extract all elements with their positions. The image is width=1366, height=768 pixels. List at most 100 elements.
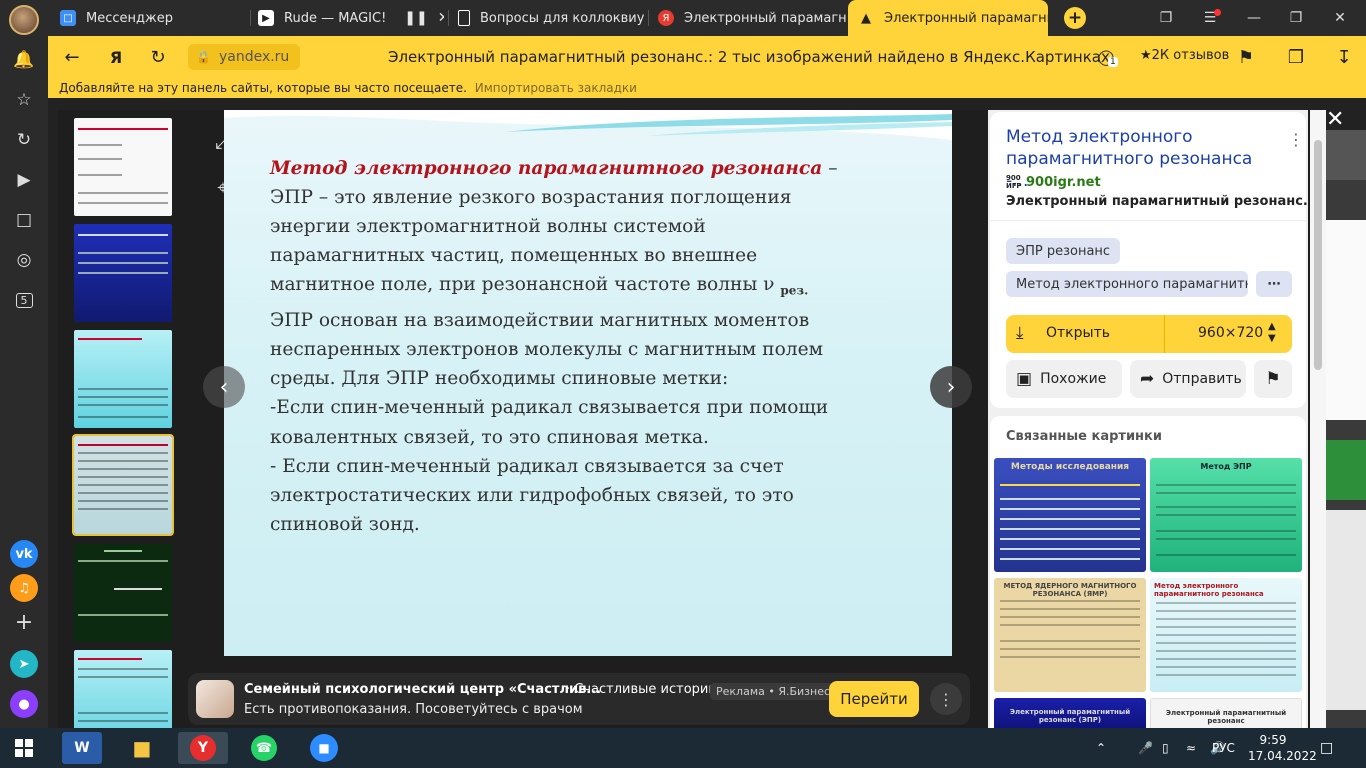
thumbnail[interactable] xyxy=(74,118,172,216)
favorites-icon[interactable]: ☆ xyxy=(12,88,36,112)
zoom-icon[interactable]: ■ xyxy=(304,732,344,764)
music-icon[interactable]: ♫ xyxy=(10,574,38,602)
prev-image-button[interactable]: ‹ xyxy=(203,366,245,408)
messenger-icon: □ xyxy=(60,10,76,26)
lock-icon: 🔒 xyxy=(196,50,211,64)
ad-banner[interactable]: Семейный психологический центр «Счастлив… xyxy=(188,673,970,725)
clock[interactable]: 9:59 17.04.2022 xyxy=(1248,732,1317,764)
related-thumbnail[interactable]: Метод ЭПР xyxy=(1150,458,1302,572)
whatsapp-icon[interactable]: ☎ xyxy=(244,732,284,764)
tabs-menu-icon[interactable]: ❐ xyxy=(1146,0,1186,36)
counter-icon[interactable]: 5 xyxy=(12,288,36,312)
open-image-button[interactable]: ⤓ Открыть 960×720 ▲ ▼ xyxy=(1006,315,1292,353)
next-image-button[interactable]: › xyxy=(930,366,972,408)
close-window-icon[interactable]: ✕ xyxy=(1320,0,1360,36)
more-tags-button[interactable]: ⋯ xyxy=(1256,271,1292,297)
yandex-icon: Я xyxy=(658,10,674,26)
close-tab-icon[interactable]: ✕ xyxy=(438,10,444,26)
tag-chip[interactable]: Метод электронного парамагнитн... xyxy=(1006,271,1248,297)
background-page xyxy=(1326,130,1366,728)
notifications-icon[interactable]: 🔔 xyxy=(12,48,36,72)
windows-start-icon[interactable] xyxy=(4,732,44,764)
close-viewer-icon[interactable]: ✕ xyxy=(1326,107,1344,132)
thumbnail[interactable] xyxy=(74,544,172,642)
thumbnail[interactable] xyxy=(74,330,172,428)
add-app-icon[interactable]: + xyxy=(12,610,36,635)
download-icon: ⤓ xyxy=(1016,323,1024,343)
file-explorer-icon[interactable]: ■ xyxy=(122,732,162,764)
related-thumbnail[interactable]: Электронный парамагнитный резонанс xyxy=(1150,698,1302,728)
ad-label: Реклама • Я.Бизнес xyxy=(710,683,837,700)
image-info-card: Метод электронного парамагнитного резона… xyxy=(990,112,1308,408)
related-thumbnail[interactable]: Метод электронного парамагнитного резона… xyxy=(1150,578,1302,692)
ad-go-button[interactable]: Перейти xyxy=(829,681,919,717)
bookmarks-bar: Добавляйте на эту панель сайты, которые … xyxy=(48,78,1366,98)
video-icon[interactable]: ▶ xyxy=(12,168,36,192)
yandex-home-icon[interactable]: Я xyxy=(104,45,128,69)
image-subtitle: Электронный парамагнитный резонанс.... xyxy=(1006,194,1308,209)
main-image: Метод электронного парамагнитного резона… xyxy=(224,110,952,656)
camera-icon[interactable]: ◎ xyxy=(12,248,36,272)
profile-avatar[interactable] xyxy=(9,5,39,35)
menu-icon[interactable]: ☰ xyxy=(1190,0,1230,36)
messenger-app-icon[interactable]: ➤ xyxy=(10,650,38,678)
images-icon: ▲ xyxy=(861,10,871,26)
alice-icon[interactable]: ● xyxy=(10,690,38,718)
pause-icon[interactable]: ❚❚ xyxy=(404,10,427,26)
yandex-browser-icon[interactable]: Y xyxy=(178,732,228,764)
history-icon[interactable]: ↻ xyxy=(12,128,36,152)
thumbnail-selected[interactable] xyxy=(72,434,174,536)
lens-icon: ▣ xyxy=(1016,369,1033,389)
related-thumbnail[interactable]: Методы исследования xyxy=(994,458,1146,572)
size-selector[interactable]: 960×720 xyxy=(1198,325,1263,341)
notifications-icon[interactable]: □ xyxy=(1320,728,1333,768)
reload-button[interactable]: ↻ xyxy=(146,45,170,69)
save-bookmark-button[interactable]: ⚑ xyxy=(1254,360,1292,398)
tab-questions[interactable]: Вопросы для коллоквиум xyxy=(458,0,644,36)
ad-more-icon[interactable]: ⋮ xyxy=(930,683,962,715)
collections-icon[interactable]: □ xyxy=(12,208,36,232)
bookmark-icon: ⚑ xyxy=(1265,369,1281,389)
slide-text: Метод электронного парамагнитного резона… xyxy=(270,158,838,535)
tab-strip: □ Мессенджер ▶ Rude — MAGIC! ❚❚ ✕ Вопрос… xyxy=(48,0,1366,36)
tab-messenger[interactable]: □ Мессенджер xyxy=(58,0,248,36)
battery-icon[interactable]: ▯ xyxy=(1162,728,1169,768)
share-button[interactable]: ➦ Отправить xyxy=(1130,360,1246,398)
ad-title[interactable]: Семейный психологический центр «Счастлив… xyxy=(244,682,601,697)
import-bookmarks-link[interactable]: Импортировать закладки xyxy=(475,81,637,95)
language-indicator[interactable]: РУС xyxy=(1212,728,1235,768)
site-favicon: 900 ИГР xyxy=(1006,174,1022,190)
wifi-icon[interactable]: ≈ xyxy=(1186,728,1196,768)
related-heading: Связанные картинки xyxy=(1006,429,1162,444)
source-site-link[interactable]: 900 ИГР 900igr.net xyxy=(1006,174,1101,190)
play-icon: ▶ xyxy=(258,10,274,26)
related-thumbnail[interactable]: МЕТОД ЯДЕРНОГО МАГНИТНОГО РЕЗОНАНСА (ЯМР… xyxy=(994,578,1146,692)
bookmark-icon[interactable]: ⚑ xyxy=(1234,45,1258,69)
tab-epr-1[interactable]: Я Электронный парамагнит xyxy=(658,0,846,36)
url-field[interactable]: 🔒 yandex.ru xyxy=(188,44,300,70)
tray-up-icon[interactable]: ⌃ xyxy=(1096,728,1106,768)
microphone-icon[interactable]: 🎤 xyxy=(1138,728,1153,768)
tag-chip[interactable]: ЭПР резонанс xyxy=(1006,238,1121,264)
tab-music[interactable]: ▶ Rude — MAGIC! ❚❚ ✕ xyxy=(258,0,444,36)
vk-icon[interactable]: vk xyxy=(10,540,38,568)
protect-icon[interactable]: ◯ 1 xyxy=(1094,45,1118,69)
new-tab-button[interactable]: + xyxy=(1064,7,1086,29)
panel-scrollbar[interactable] xyxy=(1310,110,1326,728)
reviews-badge[interactable]: ★2К отзывов xyxy=(1134,46,1235,65)
related-thumbnail[interactable]: Электронный парамагнитный резонанс (ЭПР) xyxy=(994,698,1146,728)
collections-icon[interactable]: ❐ xyxy=(1284,45,1308,69)
similar-button[interactable]: ▣ Похожие xyxy=(1006,360,1122,398)
address-bar: ← Я ↻ 🔒 yandex.ru Электронный парамагнит… xyxy=(48,36,1366,78)
back-button[interactable]: ← xyxy=(60,45,84,69)
more-options-icon[interactable]: ⋮ xyxy=(1288,130,1304,149)
bookmarks-hint: Добавляйте на эту панель сайты, которые … xyxy=(59,81,467,95)
download-icon[interactable]: ↧ xyxy=(1332,45,1356,69)
page-title: Электронный парамагнитный резонанс.: 2 т… xyxy=(388,48,1110,66)
tab-epr-active[interactable]: ▲ Электронный парамагни ✕ xyxy=(848,0,1048,36)
taskbar: W ■ Y ☎ ■ ⌃ 🎤 ▯ ≈ 🔊 РУС 9:59 17.04.2022 … xyxy=(0,728,1366,768)
minimize-icon[interactable]: — xyxy=(1234,0,1274,36)
thumbnail[interactable] xyxy=(74,224,172,322)
restore-icon[interactable]: ❐ xyxy=(1276,0,1316,36)
word-icon[interactable]: W xyxy=(62,732,102,764)
